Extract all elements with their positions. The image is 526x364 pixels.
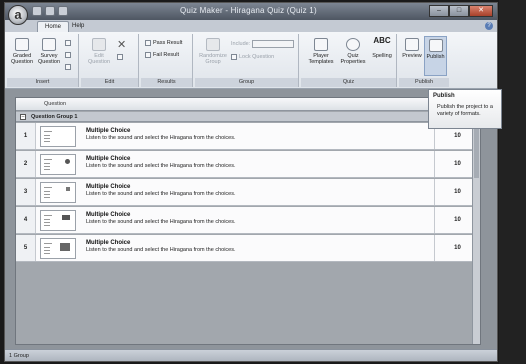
vertical-scrollbar[interactable] <box>472 98 480 344</box>
collapse-icon[interactable]: – <box>20 114 26 120</box>
include-field[interactable]: Include: <box>231 40 295 48</box>
table-row[interactable]: 2 Multiple Choice Listen to the sound an… <box>16 151 480 178</box>
graded-question-button[interactable]: Graded Question <box>9 38 35 65</box>
ribbon: Graded Question Survey Question Insert E… <box>5 32 497 89</box>
fail-icon <box>145 52 151 58</box>
fail-result-button[interactable]: Fail Result <box>145 52 179 58</box>
slide-thumbnail <box>40 154 76 175</box>
ribbon-group-quiz: Player Templates Quiz Properties ABC Spe… <box>301 34 397 87</box>
insert-media-icon[interactable] <box>65 52 71 58</box>
checkbox-icon <box>15 38 29 51</box>
shuffle-icon <box>206 38 220 51</box>
randomize-group-button[interactable]: Randomize Group <box>197 38 229 65</box>
window-controls: – □ ✕ <box>429 5 493 17</box>
insert-slide-icon[interactable] <box>65 40 71 46</box>
survey-question-button[interactable]: Survey Question <box>36 38 62 65</box>
question-type: Multiple Choice <box>86 128 131 134</box>
preview-icon <box>405 38 419 51</box>
move-icon[interactable] <box>117 54 123 60</box>
row-number: 2 <box>16 151 36 177</box>
quiz-properties-button[interactable]: Quiz Properties <box>339 38 367 65</box>
slide-thumbnail <box>40 238 76 259</box>
ribbon-group-publish: Preview Publish Publish <box>399 34 449 87</box>
slide-thumbnail <box>40 210 76 231</box>
question-icon <box>42 38 56 51</box>
undo-icon[interactable] <box>45 6 55 16</box>
question-text: Listen to the sound and select the Hirag… <box>86 135 236 141</box>
question-type: Multiple Choice <box>86 212 131 218</box>
question-type: Multiple Choice <box>86 156 131 162</box>
question-text: Listen to the sound and select the Hirag… <box>86 219 236 225</box>
publish-button[interactable]: Publish <box>424 36 447 76</box>
grid-header: Question <box>16 98 480 111</box>
ribbon-group-insert: Graded Question Survey Question Insert <box>7 34 79 87</box>
lock-icon <box>231 54 237 60</box>
table-row[interactable]: 1 Multiple Choice Listen to the sound an… <box>16 123 480 150</box>
question-grid: Question – Question Group 1 1 Multiple C… <box>15 97 481 345</box>
lock-question-button[interactable]: Lock Question <box>231 54 274 60</box>
help-icon[interactable]: ? <box>485 22 493 30</box>
ribbon-tabs: Home Help ? <box>5 20 497 32</box>
dropdown-icon[interactable] <box>58 6 68 16</box>
table-row[interactable]: 4 Multiple Choice Listen to the sound an… <box>16 207 480 234</box>
ribbon-group-edit: Edit Question ✕ Edit <box>81 34 139 87</box>
quick-access-toolbar <box>32 6 68 16</box>
row-number: 3 <box>16 179 36 205</box>
player-templates-button[interactable]: Player Templates <box>307 38 335 65</box>
question-text: Listen to the sound and select the Hirag… <box>86 247 236 253</box>
window-title: Quiz Maker - Hiragana Quiz (Quiz 1) <box>180 6 317 15</box>
question-text: Listen to the sound and select the Hirag… <box>86 191 236 197</box>
question-text: Listen to the sound and select the Hirag… <box>86 163 236 169</box>
tab-help[interactable]: Help <box>65 21 91 32</box>
table-row[interactable]: 3 Multiple Choice Listen to the sound an… <box>16 179 480 206</box>
minimize-button[interactable]: – <box>429 5 449 17</box>
slide-thumbnail <box>40 126 76 147</box>
group-label-group: Group <box>195 78 298 87</box>
close-button[interactable]: ✕ <box>469 5 493 17</box>
group-label-results: Results <box>141 78 192 87</box>
save-icon[interactable] <box>32 6 42 16</box>
group-label-edit: Edit <box>81 78 138 87</box>
pass-icon <box>145 40 151 46</box>
edit-question-button[interactable]: Edit Question <box>87 38 111 65</box>
question-group-row[interactable]: – Question Group 1 <box>16 112 480 122</box>
row-number: 1 <box>16 123 36 149</box>
pass-result-button[interactable]: Pass Result <box>145 40 182 46</box>
group-label-insert: Insert <box>7 78 78 87</box>
edit-icon <box>92 38 106 51</box>
question-list-area: Question – Question Group 1 1 Multiple C… <box>5 89 497 351</box>
column-question[interactable]: Question <box>44 101 66 107</box>
maximize-button[interactable]: □ <box>449 5 469 17</box>
spelling-icon: ABC <box>373 36 391 45</box>
ribbon-group-group: Randomize Group Include: Lock Question G… <box>195 34 299 87</box>
group-label-publish: Publish <box>399 78 449 87</box>
title-bar[interactable]: Quiz Maker - Hiragana Quiz (Quiz 1) – □ … <box>5 3 497 20</box>
publish-tooltip: Publish Publish the project to a variety… <box>428 89 502 129</box>
question-type: Multiple Choice <box>86 184 131 190</box>
gear-icon <box>346 38 360 51</box>
tooltip-body: Publish the project to a variety of form… <box>437 104 493 117</box>
desktop-background <box>499 0 526 364</box>
preview-button[interactable]: Preview <box>401 38 423 59</box>
player-icon <box>314 38 328 51</box>
publish-icon <box>428 39 443 52</box>
question-group-name: Question Group 1 <box>31 114 78 120</box>
slide-thumbnail <box>40 182 76 203</box>
insert-import-icon[interactable] <box>65 64 71 70</box>
tooltip-title: Publish <box>433 93 455 99</box>
group-label-quiz: Quiz <box>301 78 396 87</box>
row-number: 4 <box>16 207 36 233</box>
status-text: 1 Group <box>9 353 29 359</box>
include-dropdown[interactable] <box>252 40 295 48</box>
row-number: 5 <box>16 235 36 261</box>
spelling-button[interactable]: ABC Spelling <box>369 36 395 60</box>
table-row[interactable]: 5 Multiple Choice Listen to the sound an… <box>16 235 480 262</box>
app-window: Quiz Maker - Hiragana Quiz (Quiz 1) – □ … <box>4 2 502 362</box>
application-menu-button[interactable]: a <box>8 5 28 25</box>
delete-icon[interactable]: ✕ <box>117 38 126 51</box>
status-bar: 1 Group <box>5 349 497 361</box>
question-type: Multiple Choice <box>86 240 131 246</box>
ribbon-group-results: Pass Result Fail Result Results <box>141 34 193 87</box>
